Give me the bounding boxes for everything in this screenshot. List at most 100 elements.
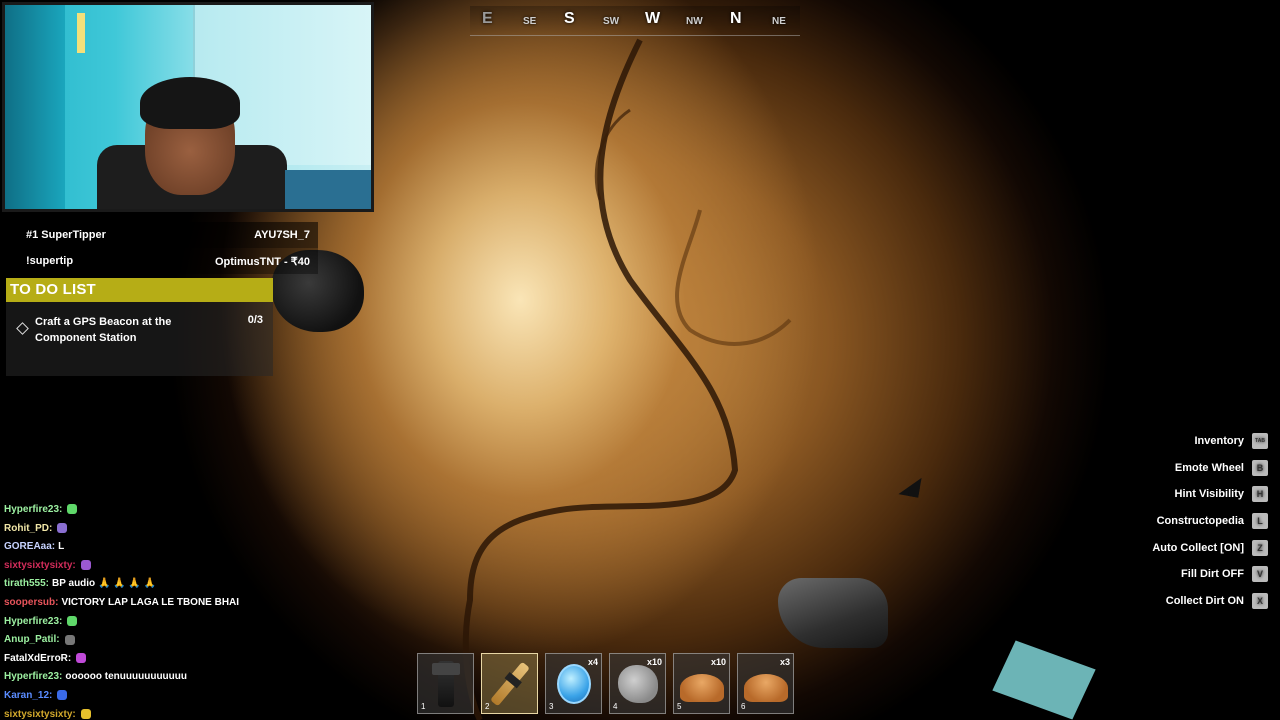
keybind-hint: Fill Dirt OFF V [1068,561,1268,588]
compass-label: S [564,10,575,27]
stream-chat: Hyperfire23: Rohit_PD: GOREAaa: Lsixtysixty… [4,501,274,720]
chat-username: Hyperfire23: [4,671,63,683]
supertip-latest: OptimusTNT - ₹40 [214,255,310,268]
keycap-icon: X [1252,592,1268,609]
chat-username: soopersub: [4,596,59,608]
keybind-label: Emote Wheel [1174,461,1244,474]
chat-message: GOREAaa: L [4,538,274,557]
slot-number: 2 [485,702,490,711]
chat-message: Hyperfire23: [4,501,274,520]
chat-username: FatalXdErroR: [4,652,72,664]
todo-header: TO DO LIST [6,278,273,302]
keybind-label: Collect Dirt ON [1165,594,1244,607]
compass-label: E [482,10,493,27]
hotbar: 1 2 x4 3 x10 4 x10 5 x3 6 [417,653,794,714]
webcam-wall [5,5,65,209]
chat-message: sixtysixtysixty: [4,557,274,576]
chat-message: tirath555: BP audio 🙏 🙏 🙏 🙏 [4,575,274,594]
compass-label: SE [523,16,537,27]
keybind-hint: Emote Wheel B [1068,455,1268,482]
chat-username: tirath555: [4,578,50,590]
keybind-hint: Auto Collect [ON] Z [1068,534,1268,561]
item-count: x4 [587,657,598,667]
keybind-hint: Inventory TAB [1068,428,1268,455]
chat-text: L [58,541,65,553]
hammer-icon [431,660,460,707]
chat-username: sixtysixtysixty: [4,559,76,571]
chat-message: Anup_Patil: [4,631,274,650]
supertip-title: #1 SuperTipper [26,229,106,241]
keycap-icon: L [1252,513,1268,530]
compass-label: SW [603,16,620,27]
streamer-webcam [2,2,374,212]
webcam-lamp [77,13,85,53]
hotbar-slot-2[interactable]: 2 [481,653,538,714]
chat-message: sixtysixtysixty: [4,706,274,720]
chat-text: BP audio 🙏 🙏 🙏 🙏 [52,578,157,590]
keybind-label: Inventory [1194,435,1244,448]
keybind-hint: Constructopedia L [1068,508,1268,535]
chat-text: oooooo tenuuuuuuuuuuu [65,671,187,683]
keybind-hint: Collect Dirt ON X [1068,588,1268,615]
slot-number: 3 [549,702,554,711]
chat-username: Hyperfire23: [4,504,63,515]
slot-number: 6 [741,702,746,711]
hotbar-slot-1[interactable]: 1 [417,653,474,714]
emote-icon [76,653,87,664]
slot-number: 4 [613,702,618,711]
coin-icon [556,663,591,704]
hotbar-slot-3[interactable]: x4 3 [545,653,602,714]
keycap-icon: Z [1252,539,1268,556]
held-tool [778,578,888,648]
streamer-hair [140,77,240,129]
compass-label: NW [686,16,703,27]
keycap-icon: H [1252,486,1268,503]
chat-message: soopersub: VICTORY LAP LAGA LE TBONE BHAI [4,594,274,613]
keycap-icon: TAB [1252,433,1268,450]
todo-item: Craft a GPS Beacon at the Component Stat… [6,302,273,376]
supertip-top-user: AYU7SH_7 [254,229,310,241]
diamond-icon [16,322,29,335]
keybind-label: Constructopedia [1156,515,1244,528]
slot-number: 5 [677,702,682,711]
hotbar-slot-6[interactable]: x3 6 [737,653,794,714]
supertip-command: !supertip [26,255,74,267]
supertip-panel: #1 SuperTipper AYU7SH_7 !supertip Optimu… [18,222,318,274]
chat-message: Hyperfire23: [4,613,274,632]
keybind-hint: Hint Visibility H [1068,481,1268,508]
compass-bar: E SE S SW W NW N NE [470,6,800,36]
emote-icon [57,690,68,701]
keybind-label: Fill Dirt OFF [1181,568,1244,581]
rock-icon [617,664,658,703]
item-count: x3 [779,657,790,667]
chat-username: Karan_12: [4,689,53,701]
chat-message: Rohit_PD: [4,520,274,539]
compass-label: W [645,10,661,27]
emote-icon [80,708,91,719]
chat-message: Karan_12: [4,687,274,706]
hotbar-slot-4[interactable]: x10 4 [609,653,666,714]
chat-message: FatalXdErroR: [4,650,274,669]
dirt-pile-icon [679,674,724,703]
chat-username: GOREAaa: [4,541,56,553]
keybind-hints: Inventory TAB Emote Wheel B Hint Visibility H… [1068,428,1268,614]
supertip-latest-row: !supertip OptimusTNT - ₹40 [18,248,318,274]
compass-label: NE [772,16,786,27]
aim-cursor [898,474,922,498]
keycap-icon: B [1252,459,1268,476]
dirt-pile-icon [743,674,788,703]
chat-username: Anup_Patil: [4,634,60,646]
webcam-desk [285,170,371,209]
hotbar-slot-5[interactable]: x10 5 [673,653,730,714]
slot-number: 1 [421,702,426,711]
chat-username: sixtysixtysixty: [4,708,76,720]
item-count: x10 [710,657,726,667]
chat-text: VICTORY LAP LAGA LE TBONE BHAI [61,596,240,608]
keycap-icon: V [1252,566,1268,583]
chat-message: Hyperfire23: oooooo tenuuuuuuuuuuu [4,668,274,687]
drill-icon [489,661,530,706]
keybind-label: Auto Collect [ON] [1152,541,1244,554]
todo-progress: 0/3 [247,314,263,326]
emote-icon [64,634,75,645]
chat-username: Rohit_PD: [4,522,53,534]
